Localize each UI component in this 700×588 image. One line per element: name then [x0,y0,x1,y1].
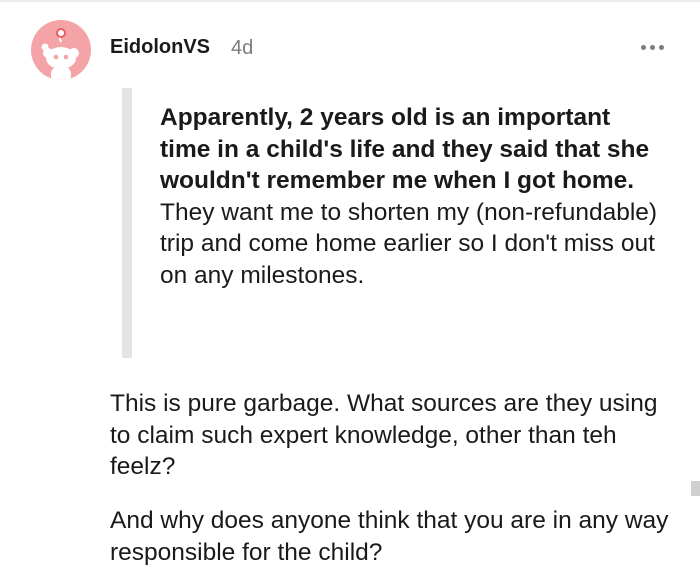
more-options-button[interactable] [636,36,670,58]
comment-card: EidolonVS 4d Apparently, 2 years old is … [0,0,700,588]
comment-paragraph: This is pure garbage. What sources are t… [110,390,658,480]
blockquote: Apparently, 2 years old is an important … [160,102,660,291]
quote-regular-text: They want me to shorten my (non-refundab… [160,198,658,289]
comment-paragraph: And why does anyone think that you are i… [110,507,669,566]
quote-bar [122,88,132,358]
scrollbar-thumb[interactable] [691,481,700,496]
comment-author[interactable]: EidolonVS [110,36,210,59]
avatar[interactable] [31,20,91,80]
top-divider [0,0,700,2]
snoo-icon [41,28,79,80]
quote-bold-text: Apparently, 2 years old is an important … [160,104,650,194]
comment-age: 4d [231,37,254,59]
